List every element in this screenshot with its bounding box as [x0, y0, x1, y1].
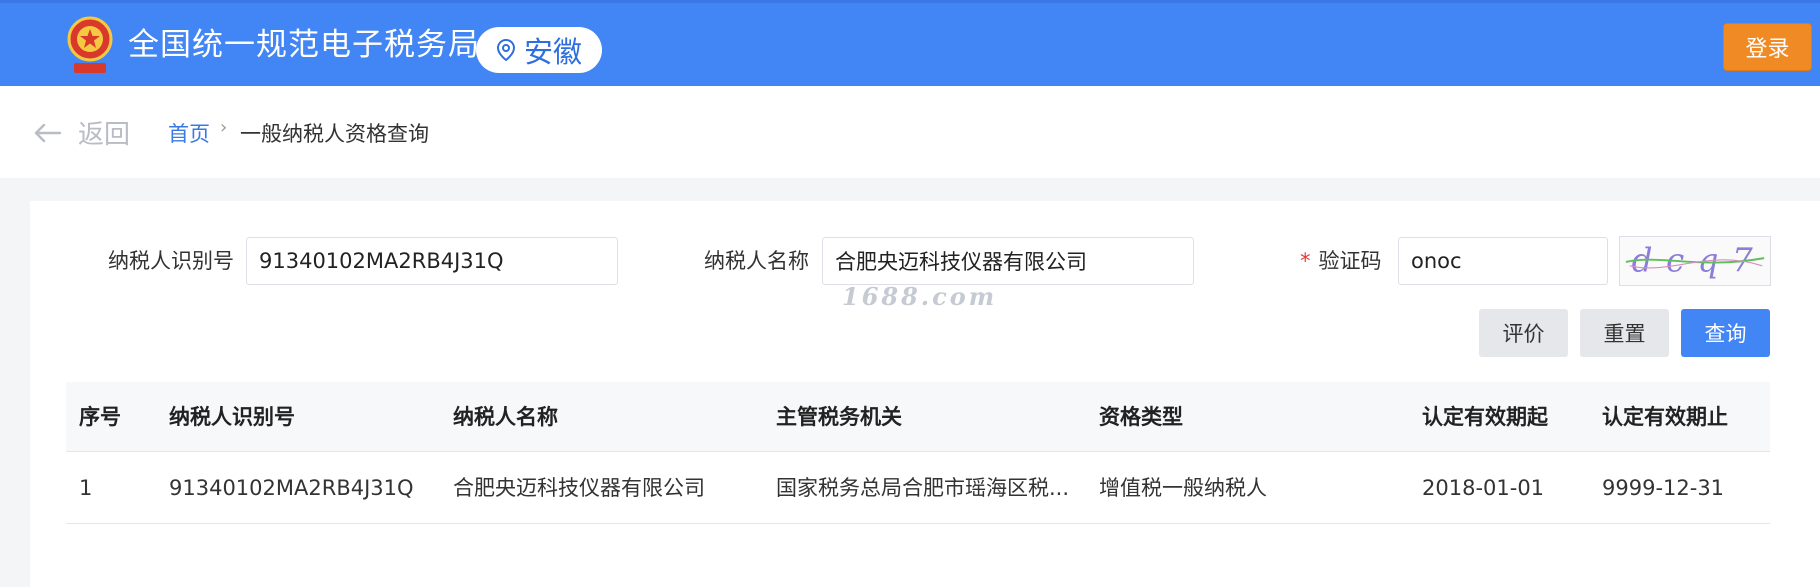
table-row: 1 91340102MA2RB4J31Q 合肥央迈科技仪器有限公司 国家税务总局…: [66, 452, 1770, 524]
result-table-header: 序号 纳税人识别号 纳税人名称 主管税务机关 资格类型 认定有效期起 认定有效期…: [66, 382, 1770, 452]
taxpayer-name-input[interactable]: [822, 237, 1194, 285]
col-header-valid-from: 认定有效期起: [1422, 405, 1548, 429]
location-pin-icon: [496, 38, 515, 62]
captcha-label: * 验证码: [1300, 237, 1382, 285]
col-header-qualification-type: 资格类型: [1099, 405, 1183, 429]
cell-qualification-type: 增值税一般纳税人: [1099, 476, 1267, 500]
watermark: 1688.com: [842, 282, 998, 311]
captcha-input[interactable]: [1398, 237, 1608, 285]
top-header-bar: 全国统一规范电子税务局 安徽 登录: [0, 0, 1820, 86]
query-button[interactable]: 查询: [1681, 309, 1770, 357]
cell-valid-from: 2018-01-01: [1422, 476, 1545, 500]
required-asterisk: *: [1300, 249, 1311, 273]
region-label: 安徽: [523, 35, 582, 69]
tax-emblem-icon: [64, 15, 116, 77]
cell-taxpayer-id: 91340102MA2RB4J31Q: [169, 476, 414, 500]
captcha-image[interactable]: dcq7: [1619, 236, 1771, 286]
breadcrumb-current: 一般纳税人资格查询: [240, 122, 429, 146]
evaluate-button[interactable]: 评价: [1479, 309, 1568, 357]
reset-button[interactable]: 重置: [1580, 309, 1669, 357]
site-title: 全国统一规范电子税务局: [128, 27, 480, 63]
col-header-index: 序号: [79, 405, 121, 429]
col-header-taxpayer-id: 纳税人识别号: [169, 405, 295, 429]
col-header-valid-to: 认定有效期止: [1602, 405, 1728, 429]
col-header-taxpayer-name: 纳税人名称: [453, 405, 558, 429]
col-header-tax-authority: 主管税务机关: [776, 405, 902, 429]
region-selector[interactable]: 安徽: [476, 27, 602, 73]
cell-taxpayer-name: 合肥央迈科技仪器有限公司: [453, 476, 705, 500]
back-button[interactable]: 返回: [32, 114, 130, 151]
breadcrumb-home-link[interactable]: 首页: [168, 118, 210, 148]
breadcrumb-separator: ›: [220, 117, 228, 138]
taxpayer-id-input[interactable]: [246, 237, 618, 285]
taxpayer-name-label: 纳税人名称: [704, 249, 809, 273]
cell-tax-authority: 国家税务总局合肥市瑶海区税...: [776, 476, 1070, 500]
arrow-left-icon: [34, 123, 62, 142]
breadcrumb-bar: 返回 首页 › 一般纳税人资格查询: [0, 86, 1820, 178]
captcha-label-text: 验证码: [1318, 249, 1382, 273]
back-label: 返回: [78, 120, 131, 150]
taxpayer-id-label: 纳税人识别号: [108, 249, 234, 273]
login-button[interactable]: 登录: [1723, 23, 1812, 71]
cell-valid-to: 9999-12-31: [1602, 476, 1725, 500]
cell-index: 1: [79, 476, 93, 500]
